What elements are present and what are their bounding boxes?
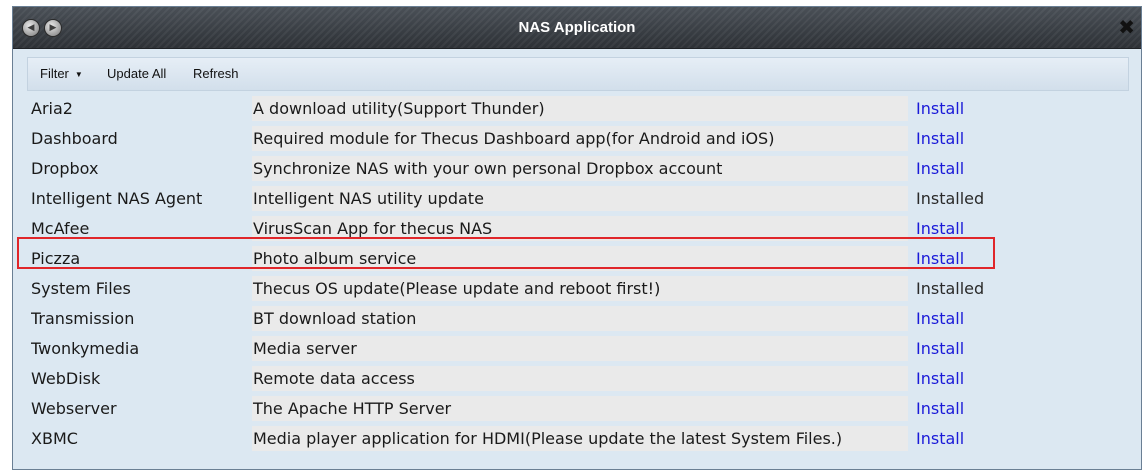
app-row: Webserver The Apache HTTP Server Install [13,393,1141,423]
refresh-button[interactable]: Refresh [193,58,239,90]
app-name: McAfee [31,219,90,238]
install-link[interactable]: Install [916,156,1036,181]
app-description: Thecus OS update(Please update and reboo… [252,276,908,301]
app-table: Aria2 A download utility(Support Thunder)… [13,93,1141,453]
filter-dropdown[interactable]: Filter ▼ [40,58,83,90]
nas-application-window: ◀ ▶ NAS Application ✖ Filter ▼ Update All… [12,6,1142,470]
installed-status: Installed [916,279,985,298]
app-name: Twonkymedia [31,339,140,358]
close-icon[interactable]: ✖ [1118,15,1135,39]
install-link[interactable]: Install [916,96,1036,121]
install-link[interactable]: Install [916,366,1036,391]
app-description: Synchronize NAS with your own personal D… [252,156,908,181]
install-link[interactable]: Install [916,216,1036,241]
installed-status: Installed [916,189,985,208]
install-link[interactable]: Install [916,306,1036,331]
app-row: McAfee VirusScan App for thecus NAS Instal… [13,213,1141,243]
app-row: XBMC Media player application for HDMI(Pl… [13,423,1141,453]
app-description: Intelligent NAS utility update [252,186,908,211]
app-description: A download utility(Support Thunder) [252,96,908,121]
app-description: Required module for Thecus Dashboard app… [252,126,908,151]
app-name: System Files [31,279,131,298]
toolbar: Filter ▼ Update All Refresh [27,57,1129,91]
app-description: Remote data access [252,366,908,391]
app-row: Piczza Photo album service Install [13,243,1141,273]
app-description: The Apache HTTP Server [252,396,908,421]
app-name: Aria2 [31,99,73,118]
filter-label: Filter [40,66,69,81]
app-row: Aria2 A download utility(Support Thunder)… [13,93,1141,123]
app-description: VirusScan App for thecus NAS [252,216,908,241]
app-description: Photo album service [252,246,908,271]
app-row: Intelligent NAS Agent Intelligent NAS uti… [13,183,1141,213]
app-name: Piczza [31,249,81,268]
install-link[interactable]: Install [916,426,1036,451]
app-row: Twonkymedia Media server Install [13,333,1141,363]
app-name: Webserver [31,399,117,418]
app-name: Dropbox [31,159,99,178]
app-name: Intelligent NAS Agent [31,189,203,208]
app-row: Transmission BT download station Install [13,303,1141,333]
install-link[interactable]: Install [916,396,1036,421]
install-link[interactable]: Install [916,336,1036,361]
app-row: Dashboard Required module for Thecus Dash… [13,123,1141,153]
app-name: Dashboard [31,129,118,148]
app-name: Transmission [31,309,135,328]
app-row: Dropbox Synchronize NAS with your own per… [13,153,1141,183]
app-description: BT download station [252,306,908,331]
window-title: NAS Application [518,19,636,36]
install-link[interactable]: Install [916,126,1036,151]
app-name: WebDisk [31,369,101,388]
install-link[interactable]: Install [916,246,1036,271]
caret-down-icon: ▼ [74,70,83,79]
app-row: System Files Thecus OS update(Please upda… [13,273,1141,303]
app-name: XBMC [31,429,78,448]
title-bar: ◀ ▶ NAS Application ✖ [13,7,1141,49]
update-all-button[interactable]: Update All [107,58,166,90]
app-description: Media player application for HDMI(Please… [252,426,908,451]
app-row: WebDisk Remote data access Install [13,363,1141,393]
app-description: Media server [252,336,908,361]
